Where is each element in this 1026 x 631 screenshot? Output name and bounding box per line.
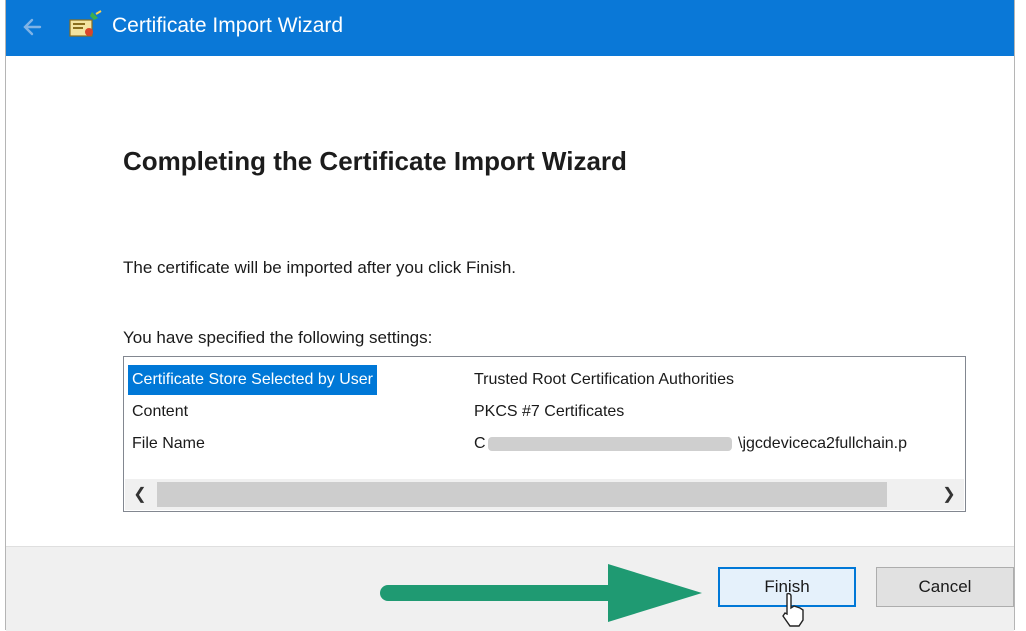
back-arrow-icon[interactable] bbox=[20, 14, 46, 40]
setting-name: Content bbox=[132, 403, 189, 420]
redacted-path bbox=[488, 437, 732, 451]
settings-label: You have specified the following setting… bbox=[123, 328, 433, 347]
intro-text: The certificate will be imported after y… bbox=[123, 258, 517, 277]
settings-row-file-name[interactable]: File Name C \jgcdeviceca2fullchain.p bbox=[132, 429, 952, 459]
window-title: Certificate Import Wizard bbox=[112, 14, 344, 37]
certificate-import-wizard-window: Certificate Import Wizard Completing the… bbox=[5, 0, 1015, 631]
setting-name: Certificate Store Selected by User bbox=[128, 365, 377, 395]
annotation-arrow-icon bbox=[380, 564, 702, 622]
setting-value-suffix: \jgcdeviceca2fullchain.p bbox=[738, 435, 907, 452]
setting-value: Trusted Root Certification Authorities bbox=[474, 371, 734, 388]
setting-name: File Name bbox=[132, 435, 205, 452]
chevron-left-icon[interactable]: ❮ bbox=[125, 479, 155, 510]
scrollbar-thumb[interactable] bbox=[157, 482, 887, 507]
title-bar: Certificate Import Wizard bbox=[6, 0, 1014, 56]
cancel-button[interactable]: Cancel bbox=[876, 567, 1014, 607]
mouse-pointer-icon bbox=[782, 592, 804, 627]
horizontal-scrollbar[interactable]: ❮ ❯ bbox=[125, 479, 964, 510]
chevron-right-icon[interactable]: ❯ bbox=[934, 479, 964, 510]
page-heading: Completing the Certificate Import Wizard bbox=[123, 146, 627, 176]
settings-listbox[interactable]: Certificate Store Selected by User Trust… bbox=[123, 356, 966, 512]
setting-value-prefix: C bbox=[474, 435, 486, 452]
certificate-wizard-icon bbox=[69, 10, 102, 37]
setting-value: PKCS #7 Certificates bbox=[474, 403, 625, 420]
